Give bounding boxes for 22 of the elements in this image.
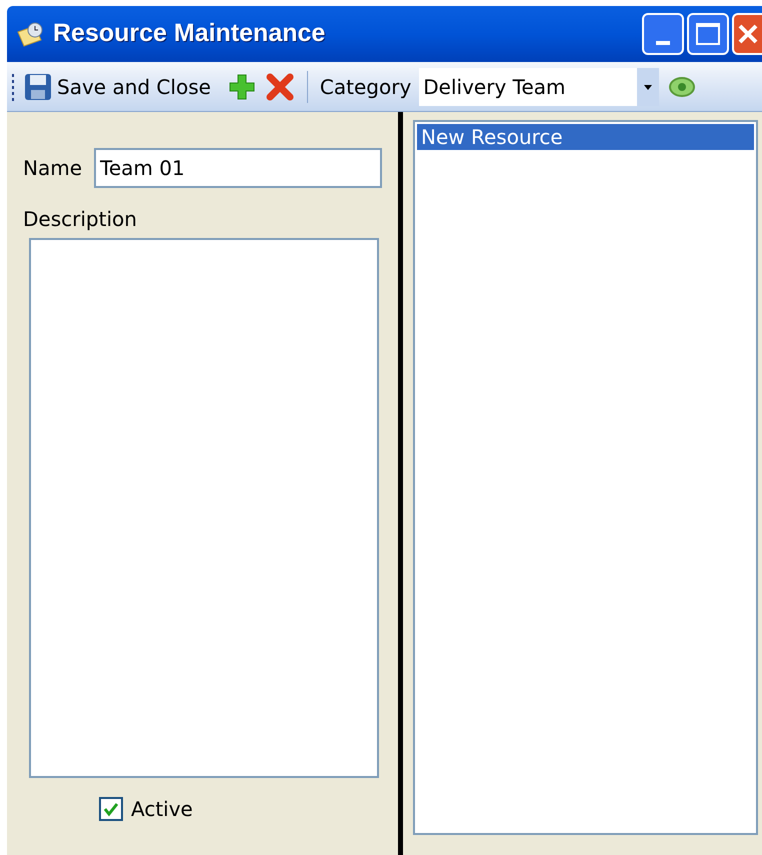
window-title: Resource Maintenance — [53, 18, 326, 50]
description-label: Description — [23, 206, 138, 233]
plus-icon — [226, 72, 257, 102]
notepad-clock-icon — [15, 20, 45, 48]
name-label: Name — [23, 155, 82, 182]
category-dropdown[interactable]: Delivery Team — [419, 68, 660, 106]
resource-list-item[interactable]: New Resource — [417, 124, 754, 150]
delete-button[interactable] — [264, 72, 295, 102]
description-field[interactable] — [29, 238, 379, 778]
maximize-button[interactable] — [687, 13, 729, 55]
close-button[interactable] — [732, 13, 762, 55]
save-and-close-button[interactable]: Save and Close — [23, 72, 211, 102]
minimize-button[interactable] — [642, 13, 684, 55]
active-checkbox[interactable] — [99, 797, 123, 821]
category-label: Category — [320, 74, 412, 100]
active-label: Active — [131, 796, 193, 823]
grip-icon — [11, 72, 15, 102]
check-icon — [103, 801, 119, 817]
add-button[interactable] — [226, 72, 257, 102]
x-icon — [264, 72, 295, 102]
name-field[interactable]: Team 01 — [94, 148, 382, 188]
close-icon — [737, 23, 759, 45]
